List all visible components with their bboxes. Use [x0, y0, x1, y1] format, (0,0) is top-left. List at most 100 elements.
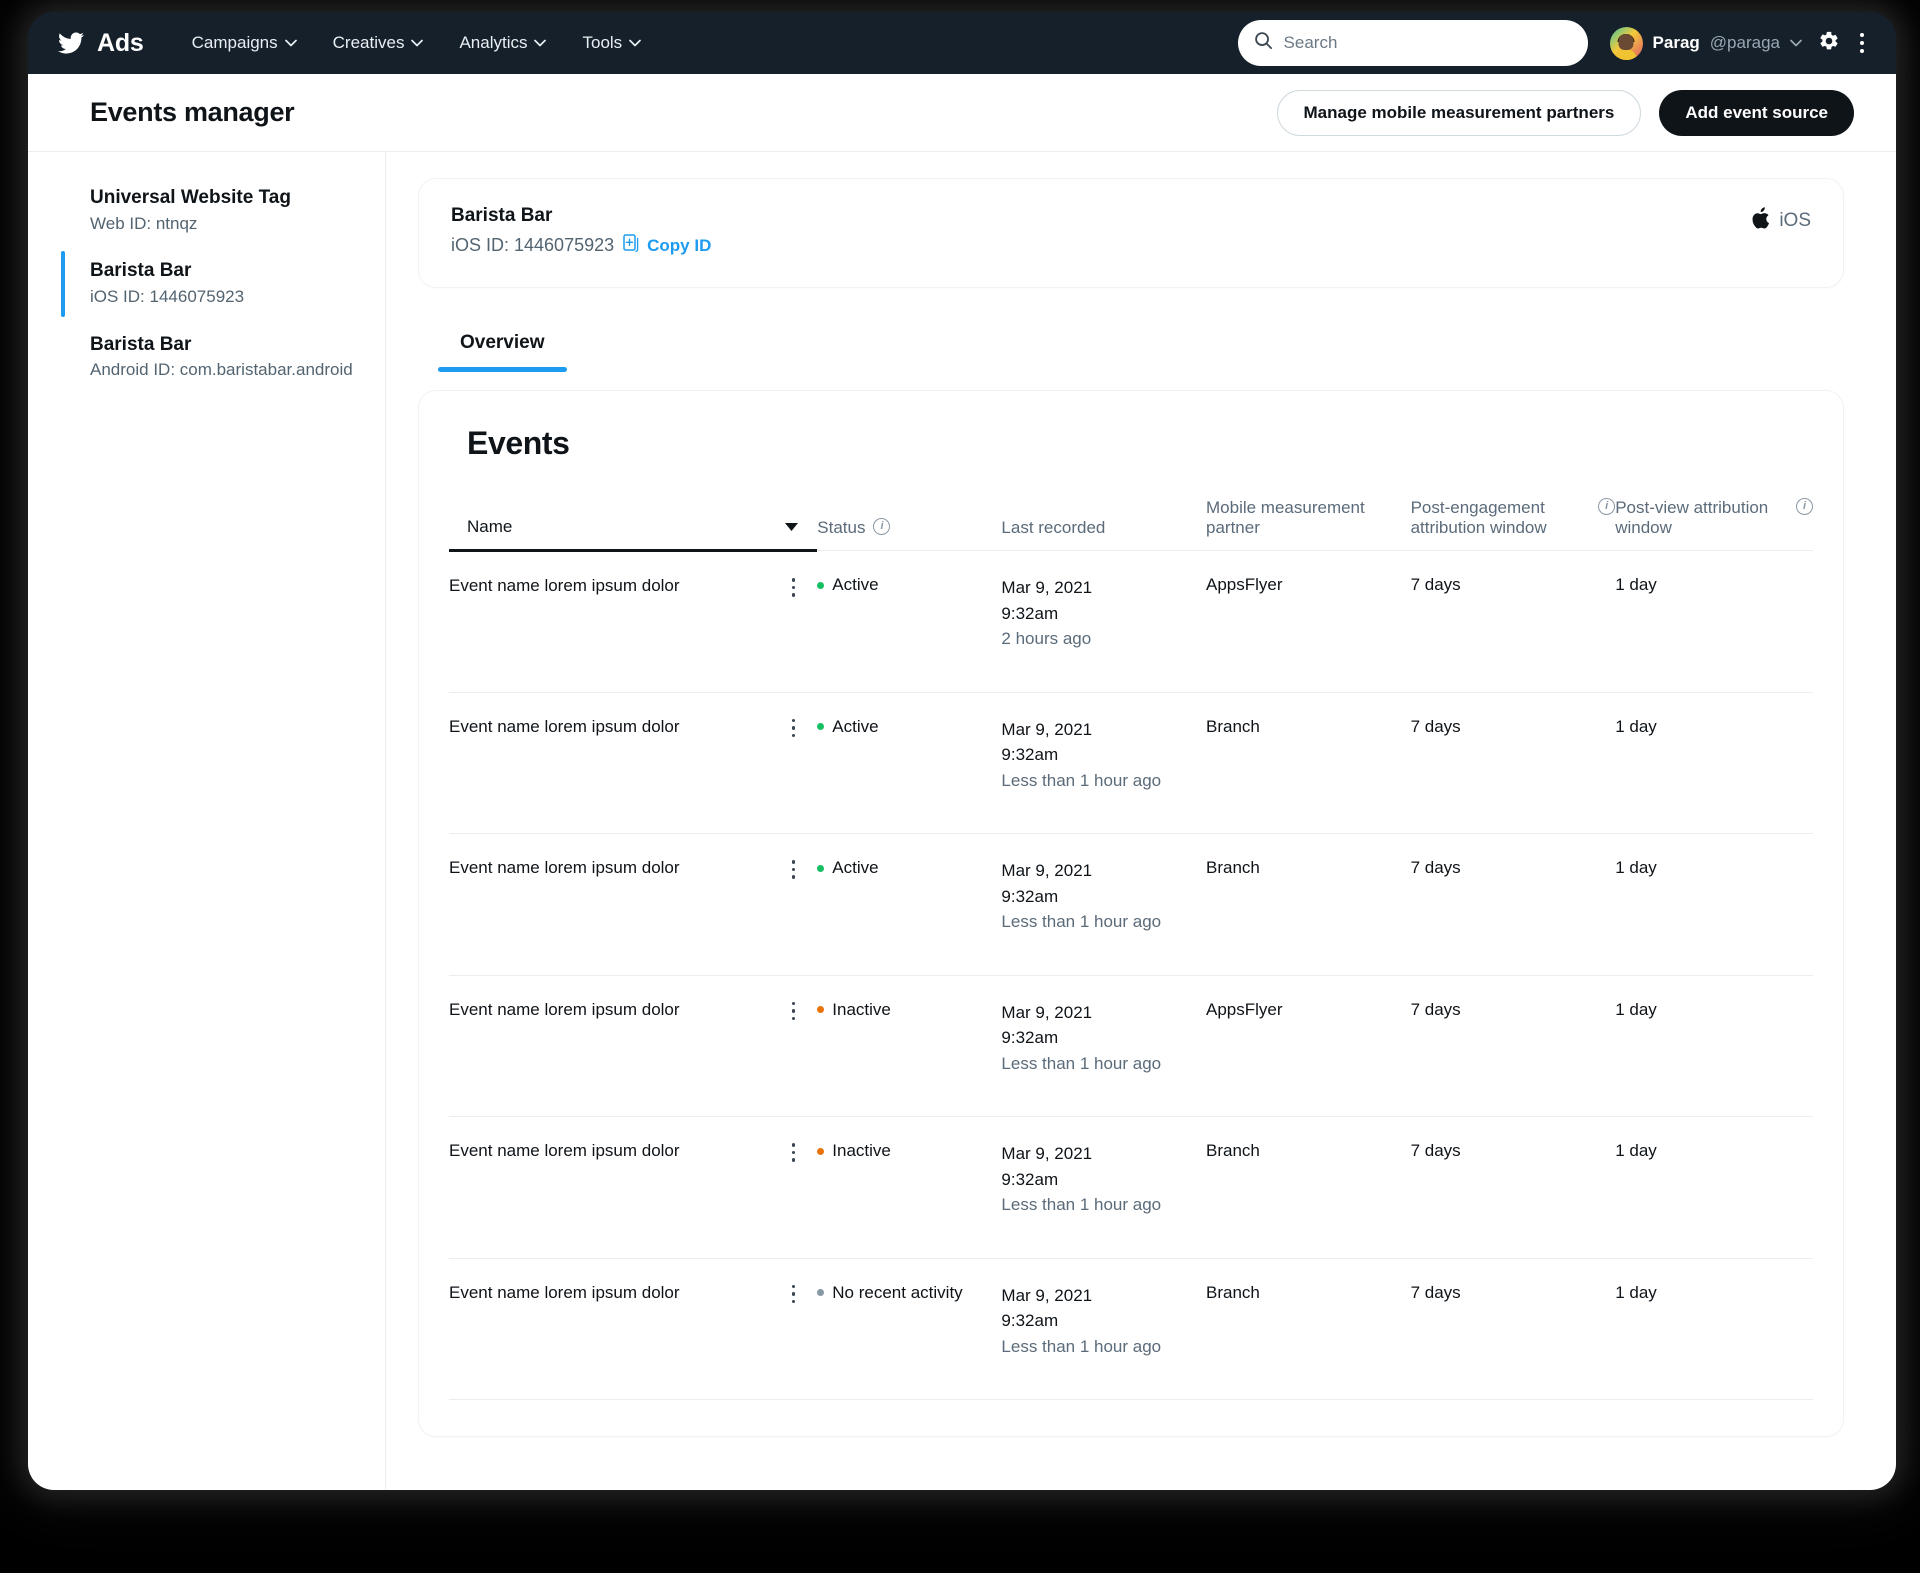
column-header-mmp-label: Mobile measurement partner [1206, 498, 1365, 537]
info-icon[interactable]: i [1598, 498, 1616, 515]
event-name-label: Event name lorem ipsum dolor [449, 1282, 680, 1302]
cell-status: Active [817, 550, 1002, 693]
page-title: Events manager [90, 97, 295, 127]
info-icon[interactable]: i [1796, 498, 1813, 515]
status-dot [817, 1147, 825, 1155]
cell-status: Active [817, 833, 1002, 976]
gear-icon[interactable] [1818, 30, 1840, 57]
more-options-icon[interactable] [1854, 29, 1870, 57]
post-engagement-value: 7 days [1410, 1141, 1461, 1160]
post-view-value: 1 day [1615, 858, 1657, 877]
post-view-value: 1 day [1615, 1141, 1657, 1160]
table-row[interactable]: Event name lorem ipsum dolor Inactive Mar … [449, 1116, 1813, 1259]
sidebar-item-subtitle: Android ID: com.baristabar.android [90, 360, 353, 380]
table-row[interactable]: Event name lorem ipsum dolor No recent ac… [449, 1258, 1813, 1400]
tab-overview[interactable]: Overview [438, 322, 567, 372]
cell-event-name: Event name lorem ipsum dolor [449, 1116, 818, 1259]
apple-icon [1751, 207, 1770, 235]
cell-event-name: Event name lorem ipsum dolor [449, 1258, 818, 1400]
cell-post-engagement: 7 days [1410, 550, 1616, 693]
page-header: Events manager Manage mobile measurement… [28, 74, 1896, 152]
status-badge: Inactive [832, 999, 891, 1019]
cell-status: Inactive [817, 1116, 1002, 1259]
row-more-options-icon[interactable] [791, 717, 796, 737]
app-summary-text: Barista Bar iOS ID: 1446075923 Copy ID [451, 205, 711, 257]
search-icon [1254, 31, 1273, 55]
nav-menu: Campaigns Creatives Analytics Tools [174, 25, 660, 61]
last-recorded-relative: 2 hours ago [1001, 629, 1092, 648]
info-icon[interactable]: i [873, 518, 891, 535]
sidebar-item-universal-website-tag[interactable]: Universal Website Tag Web ID: ntnqz [28, 174, 385, 247]
sort-descending-icon[interactable] [784, 517, 799, 537]
cell-last-recorded: Mar 9, 2021 9:32am Less than 1 hour ago [1001, 1258, 1206, 1400]
column-header-last-recorded-label: Last recorded [1001, 518, 1106, 537]
cell-post-view: 1 day [1615, 550, 1813, 693]
cell-last-recorded: Mar 9, 2021 9:32am Less than 1 hour ago [1001, 692, 1206, 834]
chevron-down-icon [411, 39, 424, 47]
nav-item-label: Analytics [459, 33, 528, 52]
status-badge: Active [832, 716, 879, 736]
manage-mobile-measurement-partners-button[interactable]: Manage mobile measurement partners [1276, 89, 1642, 136]
search-box[interactable] [1237, 20, 1588, 66]
status-dot [817, 1006, 825, 1013]
last-recorded-relative: Less than 1 hour ago [1001, 1336, 1162, 1356]
platform-label: iOS [1779, 210, 1811, 231]
post-view-value: 1 day [1615, 999, 1657, 1019]
last-recorded-time: 9:32am [1001, 603, 1059, 623]
status-badge: Inactive [832, 1141, 891, 1160]
mmp-label: Branch [1206, 716, 1260, 736]
cell-mmp: Branch [1206, 833, 1411, 976]
column-header-name[interactable]: Name [449, 498, 818, 552]
nav-item-campaigns[interactable]: Campaigns [174, 25, 315, 61]
cell-post-view: 1 day [1615, 975, 1813, 1117]
nav-item-analytics[interactable]: Analytics [441, 25, 564, 61]
copy-id-button[interactable]: Copy ID [623, 234, 711, 257]
profile-menu[interactable]: Parag @paraga [1609, 26, 1802, 60]
last-recorded-time: 9:32am [1001, 745, 1059, 764]
chevron-down-icon [284, 39, 297, 47]
last-recorded-date: Mar 9, 2021 [1001, 578, 1093, 597]
tab-label: Overview [460, 332, 545, 353]
event-name-label: Event name lorem ipsum dolor [449, 999, 680, 1019]
table-row[interactable]: Event name lorem ipsum dolor Active Mar 9,… [449, 833, 1813, 976]
last-recorded-date: Mar 9, 2021 [1001, 719, 1093, 739]
events-title: Events [467, 425, 570, 461]
add-event-source-button[interactable]: Add event source [1659, 89, 1854, 136]
cell-post-engagement: 7 days [1410, 1258, 1616, 1400]
sidebar-item-barista-bar-android[interactable]: Barista Bar Android ID: com.baristabar.a… [28, 321, 385, 394]
cell-status: Inactive [817, 975, 1002, 1117]
mmp-label: Branch [1206, 858, 1260, 877]
row-more-options-icon[interactable] [791, 1000, 796, 1020]
nav-item-label: Creatives [332, 33, 405, 52]
nav-item-label: Campaigns [191, 33, 278, 52]
row-more-options-icon[interactable] [791, 576, 796, 597]
search-input[interactable] [1283, 33, 1572, 53]
cell-post-engagement: 7 days [1410, 692, 1616, 834]
row-more-options-icon[interactable] [791, 1283, 796, 1303]
cell-last-recorded: Mar 9, 2021 9:32am Less than 1 hour ago [1001, 975, 1206, 1117]
copy-icon [623, 234, 640, 257]
table-row[interactable]: Event name lorem ipsum dolor Active Mar 9,… [449, 550, 1813, 693]
status-dot [817, 723, 825, 730]
column-header-status-label: Status [817, 518, 866, 537]
cell-last-recorded: Mar 9, 2021 9:32am Less than 1 hour ago [1001, 1116, 1206, 1259]
cell-mmp: AppsFlyer [1206, 550, 1411, 693]
tab-bar: Overview [418, 322, 1844, 372]
column-header-post-view: Post-view attribution window i [1615, 498, 1813, 551]
row-more-options-icon[interactable] [791, 858, 796, 879]
profile-name: Parag [1652, 33, 1700, 52]
twitter-ads-logo[interactable]: Ads [56, 29, 144, 58]
sidebar-item-barista-bar-ios[interactable]: Barista Bar iOS ID: 1446075923 [28, 247, 385, 320]
events-table-head: Name Status i Last recorded Mobile measu… [449, 498, 1813, 552]
app-window: Ads Campaigns Creatives Analytics Tools … [28, 12, 1896, 1490]
nav-item-creatives[interactable]: Creatives [315, 25, 442, 61]
row-more-options-icon[interactable] [791, 1141, 796, 1162]
events-table-body: Event name lorem ipsum dolor Active Mar 9,… [449, 550, 1813, 1400]
nav-item-tools[interactable]: Tools [564, 25, 659, 61]
table-row[interactable]: Event name lorem ipsum dolor Active Mar 9,… [449, 692, 1813, 834]
table-row[interactable]: Event name lorem ipsum dolor Inactive Mar … [449, 975, 1813, 1117]
main-content: Barista Bar iOS ID: 1446075923 Copy ID i… [386, 152, 1896, 1490]
avatar [1609, 26, 1643, 60]
status-badge: Active [832, 858, 879, 877]
column-header-name-label: Name [467, 517, 513, 536]
